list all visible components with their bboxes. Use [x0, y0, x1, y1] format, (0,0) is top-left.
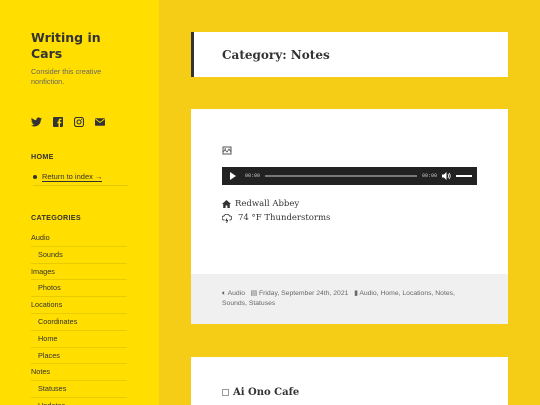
- duration: 00:00: [421, 173, 437, 179]
- category-item[interactable]: Sounds: [31, 247, 127, 264]
- main-content: Category: Notes 00:00 00:00 Redwall Abbe…: [159, 0, 540, 405]
- post-location: Redwall Abbey: [222, 199, 299, 209]
- broken-image-icon: [222, 143, 232, 155]
- home-icon: [222, 200, 231, 208]
- category-item[interactable]: Coordinates: [31, 314, 127, 331]
- page-title: Category: Notes: [222, 47, 330, 62]
- post-footer: 🔈︎ Audio ▤ Friday, September 24th, 2021 …: [191, 274, 508, 324]
- format-link[interactable]: Audio: [228, 290, 245, 297]
- archive-header: Category: Notes: [191, 32, 508, 77]
- list-item: Return to index →: [33, 172, 128, 186]
- seek-bar[interactable]: [265, 175, 417, 177]
- email-icon[interactable]: [94, 117, 105, 128]
- post-weather: 74 °F Thunderstorms: [222, 213, 330, 223]
- current-time: 00:00: [245, 173, 261, 179]
- post-card: 00:00 00:00 Redwall Abbey 74 °F Thunders…: [191, 109, 508, 324]
- home-widget-title: HOME: [31, 152, 54, 161]
- audio-format-icon: 🔈︎: [222, 290, 227, 297]
- category-item[interactable]: Home: [31, 331, 127, 348]
- category-item[interactable]: Photos: [31, 280, 127, 298]
- post-body: 00:00 00:00 Redwall Abbey 74 °F Thunders…: [191, 109, 508, 274]
- post-title[interactable]: Ai Ono Cafe: [222, 387, 299, 398]
- instagram-icon[interactable]: [73, 117, 84, 128]
- twitter-icon[interactable]: [31, 117, 42, 128]
- post-date: ▤ Friday, September 24th, 2021: [251, 290, 351, 297]
- location-text: Redwall Abbey: [235, 199, 300, 209]
- sidebar: Writing in Cars Consider this creative n…: [0, 0, 159, 405]
- bullet-icon: [33, 175, 37, 179]
- post-title-text[interactable]: Ai Ono Cafe: [233, 387, 299, 398]
- site-description: Consider this creative nonfiction.: [31, 67, 102, 86]
- calendar-icon: ▤: [250, 290, 258, 297]
- date-link[interactable]: Friday, September 24th, 2021: [259, 290, 348, 297]
- site-title[interactable]: Writing in Cars: [31, 30, 128, 62]
- audio-player[interactable]: 00:00 00:00: [222, 167, 477, 185]
- home-widget-list: Return to index →: [31, 172, 128, 186]
- category-item[interactable]: Audio: [31, 230, 127, 247]
- volume-icon[interactable]: [442, 172, 451, 180]
- category-item[interactable]: Locations: [31, 297, 127, 314]
- post-card: Ai Ono Cafe: [191, 357, 508, 405]
- play-icon[interactable]: [230, 172, 236, 180]
- categories-list: Audio Sounds Images Photos Locations Coordina…: [31, 230, 127, 405]
- thunderstorm-icon: [222, 213, 232, 223]
- folder-icon: ▮: [354, 290, 358, 297]
- categories-widget-title: CATEGORIES: [31, 213, 81, 222]
- weather-text: 74 °F Thunderstorms: [238, 213, 331, 223]
- category-item[interactable]: Notes: [31, 364, 127, 382]
- return-to-index-link[interactable]: Return to index →: [42, 172, 103, 182]
- category-item[interactable]: Updates: [31, 398, 127, 405]
- facebook-icon[interactable]: [52, 117, 63, 128]
- category-item[interactable]: Images: [31, 264, 127, 281]
- volume-slider[interactable]: [456, 175, 472, 177]
- category-item[interactable]: Statuses: [31, 381, 127, 398]
- checkbox-icon: [222, 389, 229, 396]
- category-item[interactable]: Places: [31, 348, 127, 365]
- post-format: 🔈︎ Audio: [222, 290, 247, 297]
- social-links: [31, 116, 128, 128]
